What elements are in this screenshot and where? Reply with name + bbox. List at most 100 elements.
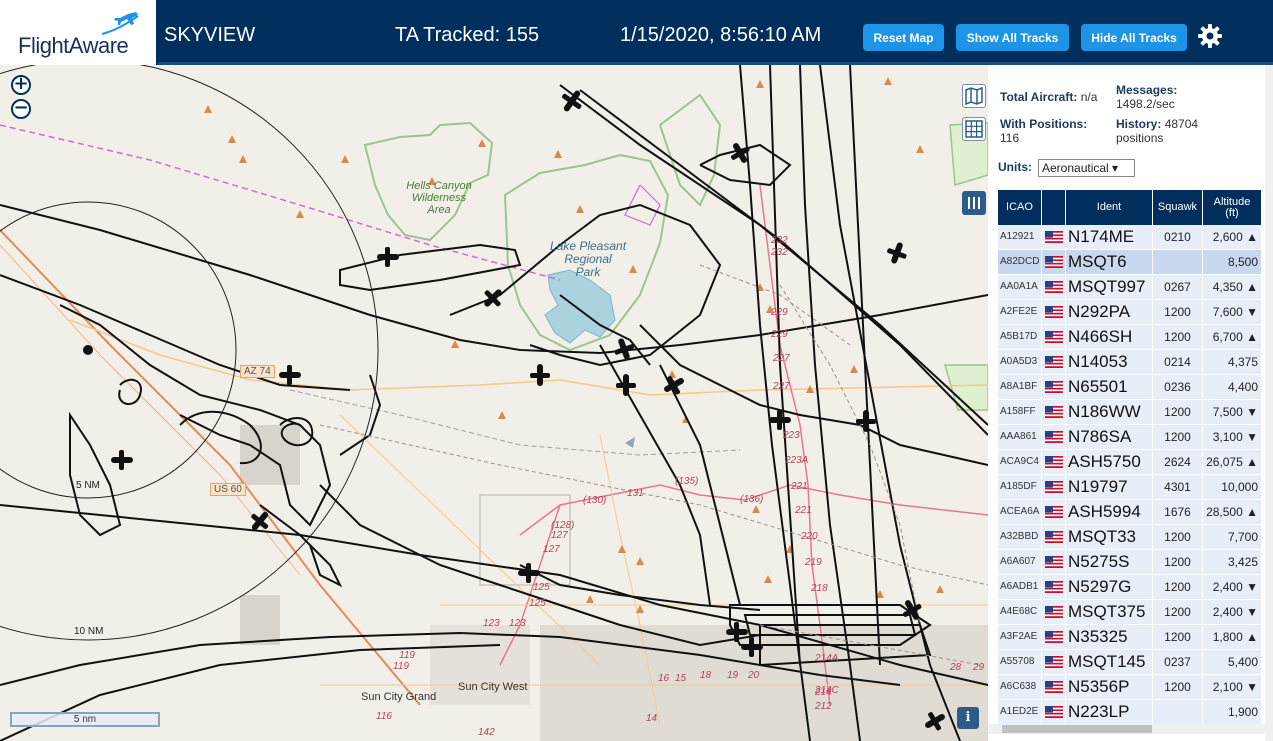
reset-map-button[interactable]: Reset Map: [863, 24, 944, 51]
table-header: ICAO Ident Squawk Altitude (ft): [998, 190, 1262, 225]
cell-altitude: 4,400: [1203, 375, 1262, 399]
map-layers-button[interactable]: [962, 84, 986, 108]
table-row[interactable]: A32BBD MSQT33 1200 7,700: [998, 525, 1262, 550]
cell-icao: A3F2AE: [998, 625, 1042, 649]
gear-icon[interactable]: [1196, 22, 1224, 50]
us-flag-icon: [1045, 306, 1063, 318]
cell-icao: A1ED2E: [998, 700, 1042, 724]
table-row[interactable]: AA0A1A MSQT997 0267 4,350 ▲: [998, 275, 1262, 300]
units-select[interactable]: Aeronautical ▾: [1038, 159, 1135, 177]
table-row[interactable]: A8A1BF N65501 0236 4,400: [998, 375, 1262, 400]
cell-altitude: 2,100 ▼: [1203, 675, 1262, 699]
cell-squawk: 1200: [1153, 600, 1203, 624]
table-row[interactable]: A6A607 N5275S 1200 3,425: [998, 550, 1262, 575]
table-body: A12921 N174ME 0210 2,600 ▲ A82DCD MSQT6 8,500 A…: [998, 225, 1262, 725]
zoom-in-button[interactable]: +: [11, 75, 31, 95]
table-row[interactable]: ACEA6A ASH5994 1676 28,500 ▲: [998, 500, 1262, 525]
cell-flag: [1042, 325, 1066, 349]
show-all-tracks-button[interactable]: Show All Tracks: [956, 24, 1069, 51]
us-flag-icon: [1045, 481, 1063, 493]
cell-ident: N14053: [1066, 350, 1153, 374]
grid-overlay-button[interactable]: [962, 117, 986, 141]
table-row[interactable]: A158FF N186WW 1200 7,500 ▼: [998, 400, 1262, 425]
column-toggle-button[interactable]: [962, 191, 986, 215]
vertical-scrollbar[interactable]: [1265, 65, 1273, 741]
cell-squawk: 2624: [1153, 450, 1203, 474]
hide-all-tracks-button[interactable]: Hide All Tracks: [1081, 24, 1187, 51]
col-flag[interactable]: [1042, 190, 1066, 225]
horizontal-scrollbar[interactable]: [988, 724, 1265, 734]
cell-squawk: [1153, 700, 1203, 724]
cell-ident: N5275S: [1066, 550, 1153, 574]
cell-altitude: 7,700: [1203, 525, 1262, 549]
scroll-thumb[interactable]: [1002, 725, 1152, 733]
cell-flag: [1042, 525, 1066, 549]
table-row[interactable]: A6C638 N5356P 1200 2,100 ▼: [998, 675, 1262, 700]
cell-squawk: 0236: [1153, 375, 1203, 399]
app-title: SKYVIEW: [164, 24, 256, 46]
cell-flag: [1042, 650, 1066, 674]
aircraft-table: ICAO Ident Squawk Altitude (ft) A12921 N1…: [998, 190, 1262, 725]
cell-altitude: 7,600 ▼: [1203, 300, 1262, 324]
map-icon: [965, 86, 983, 106]
cell-squawk: 4301: [1153, 475, 1203, 499]
map-view[interactable]: Hells Canyon Wilderness Area Lake Pleasa…: [0, 65, 988, 741]
us-flag-icon: [1045, 506, 1063, 518]
info-button[interactable]: i: [957, 707, 979, 729]
cell-flag: [1042, 475, 1066, 499]
table-row[interactable]: A55708 MSQT145 0237 5,400: [998, 650, 1262, 675]
table-row[interactable]: A0A5D3 N14053 0214 4,375: [998, 350, 1262, 375]
us-flag-icon: [1045, 531, 1063, 543]
us-flag-icon: [1045, 681, 1063, 693]
table-row[interactable]: A4E68C MSQT375 1200 2,400 ▼: [998, 600, 1262, 625]
cell-altitude: 2,600 ▲: [1203, 225, 1262, 249]
col-squawk[interactable]: Squawk: [1153, 190, 1203, 225]
cell-flag: [1042, 625, 1066, 649]
cell-flag: [1042, 375, 1066, 399]
table-row[interactable]: AAA861 N786SA 1200 3,100 ▼: [998, 425, 1262, 450]
cell-squawk: 0214: [1153, 350, 1203, 374]
cell-squawk: 1200: [1153, 400, 1203, 424]
table-row[interactable]: A6ADB1 N5297G 1200 2,400 ▼: [998, 575, 1262, 600]
cell-flag: [1042, 600, 1066, 624]
col-altitude[interactable]: Altitude (ft): [1203, 190, 1262, 225]
table-row[interactable]: A3F2AE N35325 1200 1,800 ▲: [998, 625, 1262, 650]
us-flag-icon: [1045, 606, 1063, 618]
cell-flag: [1042, 675, 1066, 699]
us-flag-icon: [1045, 381, 1063, 393]
table-row[interactable]: ACA9C4 ASH5750 2624 26,075 ▲: [998, 450, 1262, 475]
cell-altitude: 28,500 ▲: [1203, 500, 1262, 524]
table-row[interactable]: A12921 N174ME 0210 2,600 ▲: [998, 225, 1262, 250]
table-row[interactable]: A185DF N19797 4301 10,000: [998, 475, 1262, 500]
us-flag-icon: [1045, 406, 1063, 418]
cell-ident: N786SA: [1066, 425, 1153, 449]
zoom-out-button[interactable]: −: [11, 99, 31, 119]
cell-altitude: 3,100 ▼: [1203, 425, 1262, 449]
table-row[interactable]: A82DCD MSQT6 8,500: [998, 250, 1262, 275]
cell-icao: ACA9C4: [998, 450, 1042, 474]
cell-icao: A158FF: [998, 400, 1042, 424]
cell-ident: N292PA: [1066, 300, 1153, 324]
cell-icao: AAA861: [998, 425, 1042, 449]
cell-ident: N466SH: [1066, 325, 1153, 349]
cell-squawk: 1200: [1153, 675, 1203, 699]
col-ident[interactable]: Ident: [1066, 190, 1153, 225]
col-icao[interactable]: ICAO: [998, 190, 1042, 225]
cell-squawk: 1200: [1153, 575, 1203, 599]
us-flag-icon: [1045, 706, 1063, 718]
cell-icao: A2FE2E: [998, 300, 1042, 324]
cell-icao: A5B17D: [998, 325, 1042, 349]
cell-squawk: [1153, 250, 1203, 274]
cell-altitude: 26,075 ▲: [1203, 450, 1262, 474]
cell-altitude: 10,000: [1203, 475, 1262, 499]
table-row[interactable]: A2FE2E N292PA 1200 7,600 ▼: [998, 300, 1262, 325]
cell-icao: A32BBD: [998, 525, 1042, 549]
table-row[interactable]: A1ED2E N223LP 1,900: [998, 700, 1262, 725]
cell-ident: N223LP: [1066, 700, 1153, 724]
cell-icao: A55708: [998, 650, 1042, 674]
table-row[interactable]: A5B17D N466SH 1200 6,700 ▲: [998, 325, 1262, 350]
flightaware-logo[interactable]: FlightAware: [0, 0, 158, 65]
us-flag-icon: [1045, 331, 1063, 343]
skyview-app: FlightAware SKYVIEW TA Tracked: 155 1/15…: [0, 0, 1273, 741]
scale-bar: 5 nm: [10, 712, 160, 727]
